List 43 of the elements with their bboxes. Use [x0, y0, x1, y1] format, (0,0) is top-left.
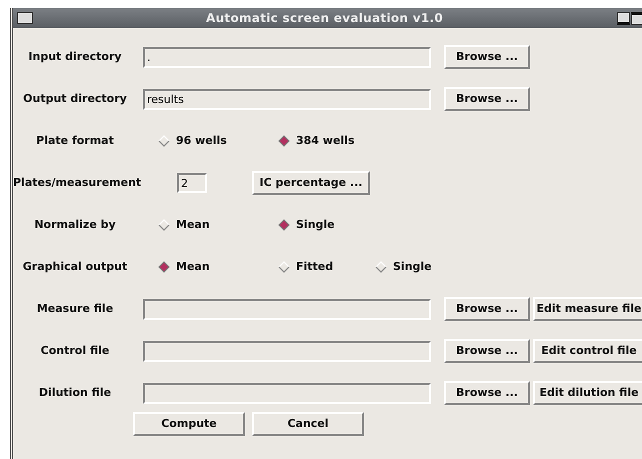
radio-selected-icon[interactable] — [158, 261, 170, 273]
browse-button[interactable]: Browse ... — [444, 297, 530, 321]
radio-selected-icon[interactable] — [278, 135, 290, 147]
field-label: Input directory — [27, 48, 123, 65]
browse-button[interactable]: Browse ... — [444, 381, 530, 405]
compute-button[interactable]: Compute — [133, 412, 245, 436]
radio-icon[interactable] — [158, 135, 170, 147]
directory-field[interactable]: . — [143, 46, 431, 68]
browse-button[interactable]: Browse ... — [444, 339, 530, 363]
ic-percentage-button[interactable]: IC percentage ... — [252, 171, 370, 195]
radio-label: 96 wells — [176, 132, 227, 149]
browse-button[interactable]: Browse ... — [444, 45, 530, 69]
number-field[interactable]: 2 — [177, 173, 207, 193]
maximize-icon[interactable] — [631, 12, 642, 24]
cancel-button[interactable]: Cancel — [252, 412, 364, 436]
minimize-icon[interactable] — [617, 12, 630, 24]
field-label: Control file — [40, 342, 110, 359]
window-menu-icon[interactable] — [17, 12, 33, 24]
radio-selected-icon[interactable] — [278, 219, 290, 231]
radio-label: Single — [393, 258, 432, 275]
field-label: Graphical output — [22, 258, 128, 275]
edit-file-button[interactable]: Edit dilution file — [533, 381, 642, 405]
field-label: Normalize by — [33, 216, 117, 233]
directory-field[interactable]: results — [143, 88, 431, 110]
radio-label: Single — [296, 216, 335, 233]
radio-label: Mean — [176, 216, 210, 233]
file-field[interactable] — [143, 340, 431, 362]
file-field[interactable] — [143, 382, 431, 404]
field-label: Output directory — [22, 90, 128, 107]
radio-label: Fitted — [296, 258, 334, 275]
radio-icon[interactable] — [278, 261, 290, 273]
field-label: Dilution file — [38, 384, 112, 401]
edit-file-button[interactable]: Edit control file — [533, 339, 642, 363]
radio-label: Mean — [176, 258, 210, 275]
browse-button[interactable]: Browse ... — [444, 87, 530, 111]
radio-icon[interactable] — [158, 219, 170, 231]
edit-file-button[interactable]: Edit measure file — [533, 297, 642, 321]
field-label: Plate format — [35, 132, 115, 149]
file-field[interactable] — [143, 298, 431, 320]
radio-icon[interactable] — [375, 261, 387, 273]
field-label: Measure file — [36, 300, 114, 317]
radio-label: 384 wells — [296, 132, 355, 149]
window-title: Automatic screen evaluation v1.0 — [204, 10, 444, 27]
